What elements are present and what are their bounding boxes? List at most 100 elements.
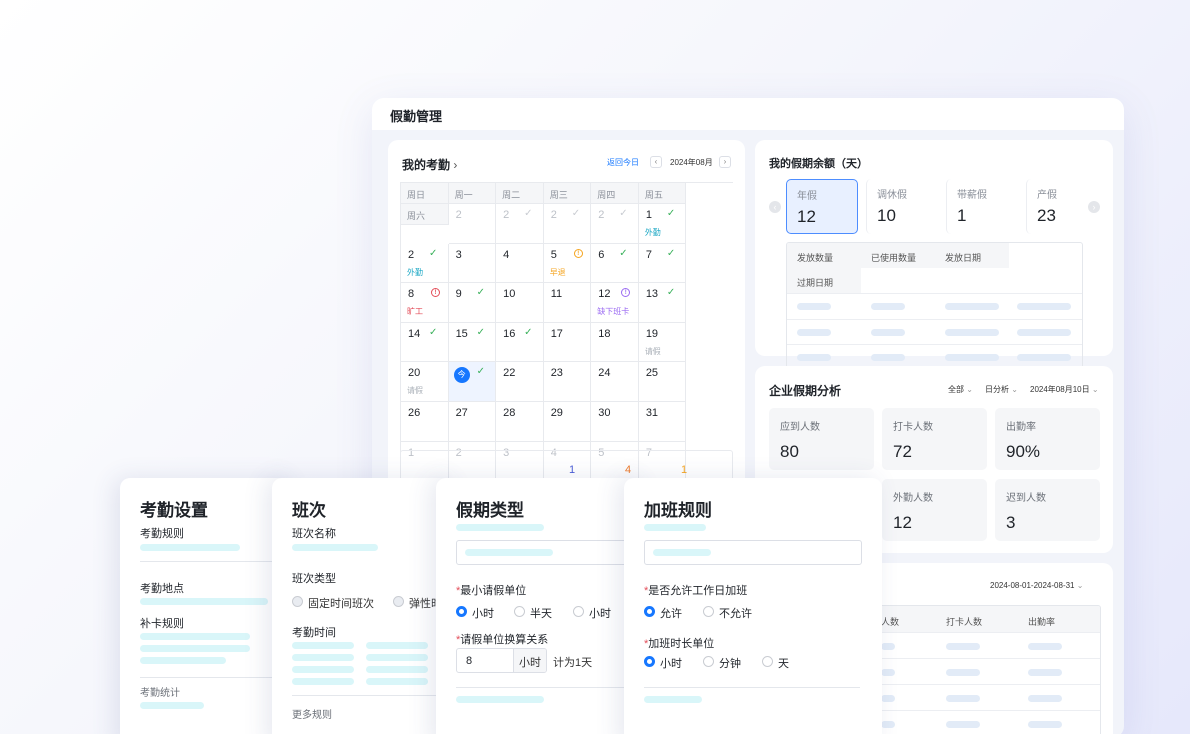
check-icon: ✓	[619, 208, 628, 219]
check-icon: ✓	[571, 208, 581, 219]
filter-scope[interactable]: 全部 ⌄	[948, 384, 973, 395]
balance-card-paid[interactable]: 带薪假 1	[946, 179, 1018, 234]
calendar-day[interactable]: 2 ✓	[543, 204, 592, 244]
calendar-day[interactable]: 15 ✓	[448, 322, 497, 363]
balance-card-maternity[interactable]: 产假 23	[1026, 179, 1098, 234]
calendar-day[interactable]: 1 ✓ 外勤	[638, 204, 687, 244]
calendar-day[interactable]: 20 请假	[401, 362, 449, 402]
settings-item-rules[interactable]: 考勤规则	[140, 525, 184, 541]
calendar-day[interactable]: 16 ✓	[496, 322, 544, 363]
stat-rate: 出勤率 90%	[995, 408, 1100, 470]
stat-field: 外勤人数 12	[882, 479, 987, 541]
check-icon: ✓	[619, 247, 628, 259]
day-number: 17	[550, 327, 563, 340]
min-unit-halfday[interactable]: 半天	[514, 605, 552, 621]
balance-label: 调休假	[877, 190, 907, 201]
shift-type-flexible[interactable]: 弹性时	[393, 595, 442, 611]
balance-prev-button[interactable]: ‹	[769, 201, 781, 213]
conversion-input[interactable]: 8 小时	[456, 648, 547, 673]
summary-count-1: 1	[569, 464, 576, 476]
stat-label: 应到人数	[780, 422, 820, 433]
min-unit-hour[interactable]: 小时	[456, 605, 494, 621]
status-tag: 外勤	[644, 228, 661, 237]
calendar-day[interactable]: 23	[543, 362, 592, 402]
next-month-button[interactable]: ›	[719, 156, 731, 168]
back-today-link[interactable]: 返回今日	[607, 157, 639, 168]
min-unit-hour-2[interactable]: 小时	[573, 605, 611, 621]
allow-no-radio[interactable]: 不允许	[703, 605, 752, 621]
calendar-day[interactable]: 2	[448, 204, 497, 244]
stat-value: 80	[780, 442, 799, 461]
calendar-day[interactable]: 17	[543, 322, 592, 363]
calendar-day[interactable]: 今 ✓	[448, 362, 497, 402]
calendar-day[interactable]: 4	[496, 243, 544, 284]
calendar-day[interactable]: 25	[638, 362, 687, 402]
date-range-label: 2024-08-01-2024-08-31	[990, 581, 1075, 590]
settings-item-stats[interactable]: 考勤统计	[140, 684, 180, 699]
calendar-day[interactable]: 30	[591, 401, 639, 442]
balance-value: 1	[957, 206, 967, 225]
settings-item-makeup[interactable]: 补卡规则	[140, 615, 184, 631]
calendar-day[interactable]: 29	[543, 401, 592, 442]
table-row	[787, 318, 1082, 345]
calendar-day[interactable]: 18	[591, 322, 639, 363]
more-rules-link[interactable]: 更多规则	[292, 706, 332, 721]
calendar-day[interactable]: 27	[448, 401, 497, 442]
calendar-day[interactable]: 13 ✓	[638, 283, 687, 323]
attendance-title[interactable]: 我的考勤 ›	[402, 156, 457, 173]
column-header: 人数	[881, 617, 900, 627]
calendar-day[interactable]: 28	[496, 401, 544, 442]
day-number: 1	[645, 209, 652, 221]
calendar-day[interactable]: 11	[543, 283, 592, 323]
prev-month-button[interactable]: ‹	[650, 156, 662, 168]
calendar-day[interactable]: 31	[638, 401, 687, 442]
day-number: 19	[645, 327, 659, 340]
calendar-day[interactable]: 3	[448, 243, 497, 284]
calendar-day[interactable]: 5! 早退	[543, 243, 592, 284]
calendar-day[interactable]: 2 ✓	[591, 204, 639, 244]
shift-type-fixed[interactable]: 固定时间班次	[292, 595, 374, 611]
conversion-suffix: 计为1天	[553, 657, 593, 669]
overtime-unit-minute[interactable]: 分钟	[703, 655, 741, 671]
calendar-day[interactable]: 22	[496, 362, 544, 402]
overtime-unit-day[interactable]: 天	[762, 655, 789, 671]
report-date-range[interactable]: 2024-08-01-2024-08-31 ⌄	[990, 581, 1083, 590]
table-row	[787, 293, 1082, 319]
day-number: 6	[598, 248, 605, 261]
calendar-day[interactable]: 9 ✓	[448, 283, 497, 323]
conversion-value: 8	[466, 655, 473, 667]
calendar-day[interactable]: 26	[401, 401, 449, 442]
day-number: 12	[598, 288, 611, 301]
day-number: 23	[550, 367, 563, 380]
calendar-day[interactable]: 24	[591, 362, 639, 402]
balance-card-annual[interactable]: 年假 12	[786, 179, 858, 234]
calendar-day[interactable]: 14 ✓	[401, 322, 449, 363]
conversion-unit: 小时	[513, 649, 546, 672]
calendar-day[interactable]: 7 ✓	[638, 243, 687, 284]
overtime-unit-hour[interactable]: 小时	[644, 655, 682, 671]
allow-yes-radio[interactable]: 允许	[644, 605, 682, 621]
calendar-day[interactable]: 12! 缺下班卡	[591, 283, 639, 323]
leave-name-input[interactable]	[456, 540, 646, 565]
settings-item-location[interactable]: 考勤地点	[140, 580, 184, 596]
calendar-day[interactable]: 8! 旷工	[401, 283, 449, 323]
calendar-day[interactable]: 2 ✓ 外勤	[401, 243, 449, 284]
filter-date[interactable]: 2024年08月10日 ⌄	[1030, 384, 1099, 395]
weekday-header: 周六	[401, 204, 449, 225]
check-icon: ✓	[429, 247, 438, 259]
weekday-header: 周五	[638, 183, 687, 204]
filter-mode[interactable]: 日分析 ⌄	[985, 384, 1018, 395]
stat-value: 3	[1006, 513, 1016, 532]
day-number: 3	[455, 248, 462, 261]
calendar-day[interactable]: 2 ✓	[496, 204, 544, 244]
stat-label: 迟到人数	[1006, 493, 1046, 504]
analysis-title: 企业假期分析	[769, 384, 842, 398]
overtime-name-input[interactable]	[644, 540, 862, 565]
chevron-down-icon: ⌄	[966, 385, 973, 394]
filter-mode-label: 日分析	[985, 385, 1009, 394]
calendar-day[interactable]: 10	[496, 283, 544, 323]
calendar-day[interactable]: 19 请假	[638, 322, 687, 363]
balance-card-comp[interactable]: 调休假 10	[866, 179, 938, 234]
day-number: 2	[550, 209, 557, 221]
calendar-day[interactable]: 6 ✓	[591, 243, 639, 284]
